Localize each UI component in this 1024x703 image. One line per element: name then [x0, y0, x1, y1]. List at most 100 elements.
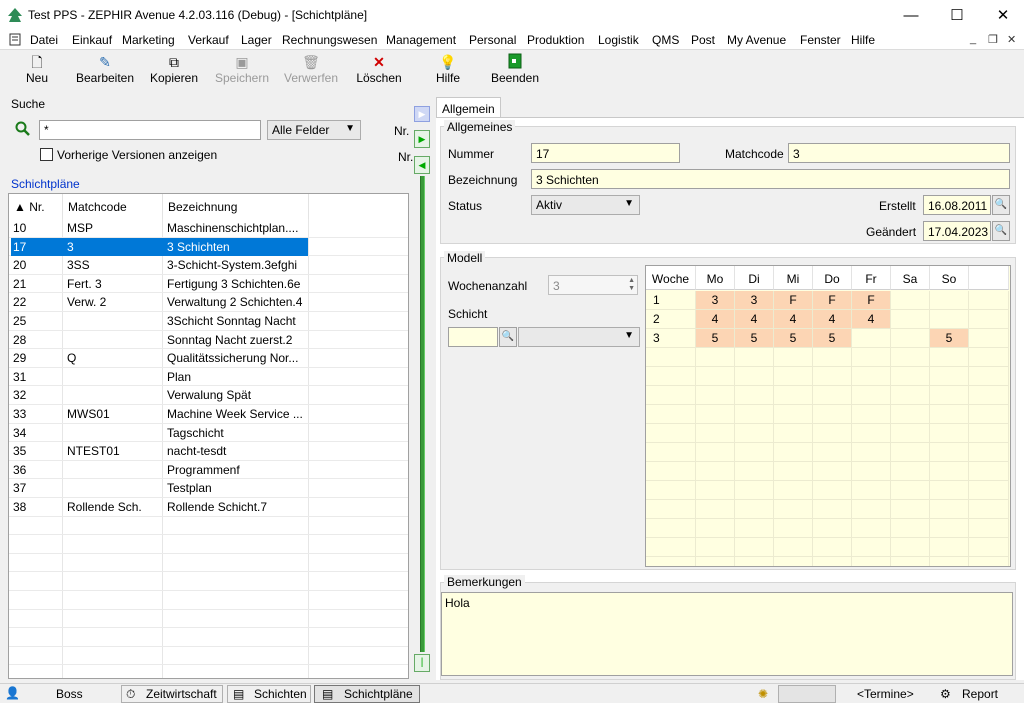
calendar-search-icon[interactable]: 🔍: [992, 221, 1010, 241]
grid-shift-cell[interactable]: 3: [735, 291, 774, 310]
spinner-arrows-icon[interactable]: ▲ ▼: [628, 277, 635, 293]
grid-shift-cell[interactable]: F: [813, 291, 852, 310]
save-button[interactable]: ▣ Speichern: [212, 53, 272, 89]
list-item[interactable]: 38 Rollende Sch. Rollende Schicht.7: [9, 498, 408, 517]
remarks-textarea[interactable]: Hola: [441, 592, 1013, 676]
list-item[interactable]: 10 MSP Maschinenschichtplan....: [9, 219, 408, 238]
status-termine[interactable]: <Termine>: [857, 686, 914, 702]
search-icon[interactable]: [15, 121, 31, 137]
grid-shift-cell[interactable]: 5: [774, 329, 813, 348]
new-button[interactable]: 🗋 Neu: [20, 53, 54, 89]
status-select[interactable]: Aktiv ▼: [531, 195, 640, 215]
menu-qms[interactable]: QMS: [652, 33, 679, 47]
copy-button[interactable]: ⧉ Kopieren: [146, 53, 202, 89]
column-header-bezeichnung[interactable]: Bezeichnung: [163, 194, 309, 219]
splitter-bar[interactable]: [420, 176, 425, 652]
list-item[interactable]: 33 MWS01 Machine Week Service ...: [9, 405, 408, 424]
menu-rechnungswesen[interactable]: Rechnungswesen: [282, 33, 377, 47]
menu-logistik[interactable]: Logistik: [598, 33, 639, 47]
menu-hilfe[interactable]: Hilfe: [851, 33, 875, 47]
grid-empty-cell[interactable]: [969, 329, 1009, 348]
grid-shift-cell[interactable]: [891, 329, 930, 348]
grid-shift-cell[interactable]: 5: [930, 329, 969, 348]
menu-my-avenue[interactable]: My Avenue: [727, 33, 786, 47]
grid-shift-cell[interactable]: 5: [696, 329, 735, 348]
search-field-select[interactable]: Alle Felder ▼: [267, 120, 361, 140]
list-item[interactable]: 25 3Schicht Sonntag Nacht: [9, 312, 408, 331]
list-item[interactable]: 35 NTEST01 nacht-tesdt: [9, 442, 408, 461]
document-menu-icon[interactable]: [9, 33, 21, 46]
menu-einkauf[interactable]: Einkauf: [72, 33, 112, 47]
grid-empty-cell[interactable]: [969, 291, 1009, 310]
arrow-right-icon[interactable]: ▶: [414, 130, 430, 148]
pane-splitter[interactable]: ▶ ▶ ◀ |: [414, 104, 434, 677]
exit-button[interactable]: Beenden: [489, 53, 541, 89]
list-item[interactable]: 34 Tagschicht: [9, 424, 408, 443]
wochenanzahl-stepper[interactable]: 3 ▲ ▼: [548, 275, 638, 295]
grid-shift-cell[interactable]: [930, 310, 969, 329]
prev-versions-checkbox[interactable]: [40, 148, 53, 161]
status-report[interactable]: Report: [962, 686, 998, 702]
discard-button[interactable]: 🗑 Verwerfen: [281, 53, 341, 89]
grid-shift-cell[interactable]: F: [774, 291, 813, 310]
edit-button[interactable]: ✎ Bearbeiten: [72, 53, 138, 89]
mdi-minimize-icon[interactable]: _: [970, 33, 976, 45]
menu-personal[interactable]: Personal: [469, 33, 516, 47]
expand-right-icon[interactable]: ▶: [414, 106, 430, 122]
list-item[interactable]: 36 Programmenf: [9, 461, 408, 480]
splitter-handle-icon[interactable]: |: [414, 654, 430, 672]
matchcode-field[interactable]: 3: [788, 143, 1010, 163]
grid-shift-cell[interactable]: 4: [774, 310, 813, 329]
list-item[interactable]: 28 Sonntag Nacht zuerst.2: [9, 331, 408, 350]
grid-shift-cell[interactable]: [891, 291, 930, 310]
week-model-grid[interactable]: Woche Mo Di Mi Do Fr Sa So 1 3 3 F F F 2 4 4 4 4 4 3 5 5 5 5 5: [645, 265, 1011, 567]
delete-button[interactable]: ✕ Löschen: [352, 53, 406, 89]
list-item[interactable]: 29 Q Qualitätssicherung Nor...: [9, 349, 408, 368]
grid-shift-cell[interactable]: [891, 310, 930, 329]
list-item[interactable]: 32 Verwalung Spät: [9, 386, 408, 405]
arrow-left-icon[interactable]: ◀: [414, 156, 430, 174]
list-item[interactable]: 31 Plan: [9, 368, 408, 387]
menu-verkauf[interactable]: Verkauf: [188, 33, 229, 47]
menu-datei[interactable]: Datei: [30, 33, 58, 47]
column-header-matchcode[interactable]: Matchcode: [63, 194, 163, 219]
column-header-nr[interactable]: ▲ Nr.: [9, 194, 63, 219]
grid-shift-cell[interactable]: 4: [813, 310, 852, 329]
schicht-select[interactable]: ▼: [518, 327, 640, 347]
grid-shift-cell[interactable]: [852, 329, 891, 348]
grid-shift-cell[interactable]: 4: [852, 310, 891, 329]
close-button[interactable]: ✕: [980, 0, 1024, 30]
list-item[interactable]: 17 3 3 Schichten: [9, 237, 408, 257]
menu-management[interactable]: Management: [386, 33, 456, 47]
grid-week-cell[interactable]: 3: [646, 329, 696, 348]
menu-lager[interactable]: Lager: [241, 33, 272, 47]
grid-shift-cell[interactable]: F: [852, 291, 891, 310]
menu-post[interactable]: Post: [691, 33, 715, 47]
list-item[interactable]: 37 Testplan: [9, 479, 408, 498]
bezeichnung-field[interactable]: 3 Schichten: [531, 169, 1010, 189]
list-item[interactable]: 21 Fert. 3 Fertigung 3 Schichten.6e: [9, 275, 408, 294]
grid-week-cell[interactable]: 2: [646, 310, 696, 329]
grid-shift-cell[interactable]: 4: [735, 310, 774, 329]
maximize-button[interactable]: ☐: [934, 0, 980, 30]
help-button[interactable]: 💡 Hilfe: [432, 53, 464, 89]
minimize-button[interactable]: —: [888, 0, 934, 30]
mdi-close-icon[interactable]: ✕: [1007, 33, 1016, 46]
grid-week-cell[interactable]: 1: [646, 291, 696, 310]
menu-fenster[interactable]: Fenster: [800, 33, 841, 47]
mdi-restore-icon[interactable]: ❐: [988, 33, 998, 46]
grid-empty-cell[interactable]: [969, 310, 1009, 329]
schicht-search-icon[interactable]: 🔍: [499, 327, 517, 347]
menu-produktion[interactable]: Produktion: [527, 33, 584, 47]
calendar-search-icon[interactable]: 🔍: [992, 195, 1010, 215]
tab-allgemein[interactable]: Allgemein: [436, 97, 501, 118]
schicht-field[interactable]: [448, 327, 498, 347]
grid-shift-cell[interactable]: 4: [696, 310, 735, 329]
search-input[interactable]: [39, 120, 261, 140]
grid-shift-cell[interactable]: 5: [735, 329, 774, 348]
nummer-field[interactable]: 17: [531, 143, 680, 163]
list-item[interactable]: 22 Verw. 2 Verwaltung 2 Schichten.4: [9, 293, 408, 312]
menu-marketing[interactable]: Marketing: [122, 33, 175, 47]
grid-shift-cell[interactable]: [930, 291, 969, 310]
list-item[interactable]: 20 3SS 3-Schicht-System.3efghi: [9, 256, 408, 275]
